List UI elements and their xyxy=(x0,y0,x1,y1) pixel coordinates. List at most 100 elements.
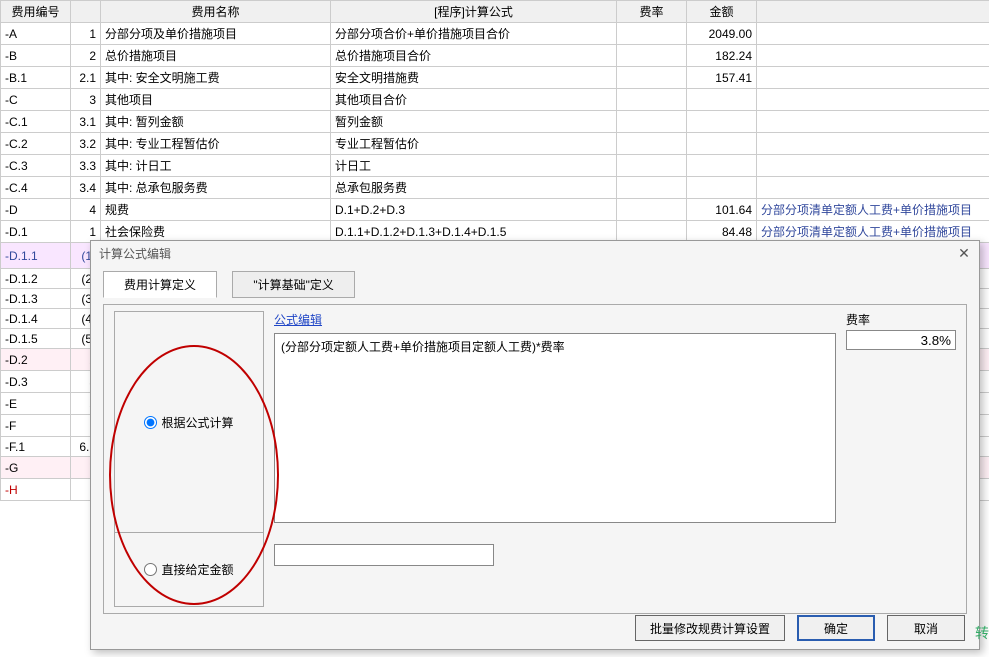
tab-fee-calc-def[interactable]: 费用计算定义 xyxy=(103,271,217,298)
cell-code[interactable]: -D xyxy=(1,199,71,221)
close-icon[interactable]: ✕ xyxy=(955,245,973,263)
cell-name[interactable]: 分部分项及单价措施项目 xyxy=(101,23,331,45)
cell-amount[interactable] xyxy=(687,89,757,111)
cell-rate[interactable] xyxy=(617,89,687,111)
cell-name[interactable]: 其中: 暂列金额 xyxy=(101,111,331,133)
cell-remark[interactable] xyxy=(757,177,989,199)
cell-remark[interactable] xyxy=(757,67,989,89)
cell-formula[interactable]: 安全文明措施费 xyxy=(331,67,617,89)
cell-amount[interactable]: 101.64 xyxy=(687,199,757,221)
cell-amount[interactable]: 2049.00 xyxy=(687,23,757,45)
cell-code[interactable]: -C.2 xyxy=(1,133,71,155)
cell-name[interactable]: 其中: 总承包服务费 xyxy=(101,177,331,199)
radio-direct-amount-input[interactable] xyxy=(144,563,157,576)
cell-formula[interactable]: 计日工 xyxy=(331,155,617,177)
cell-code[interactable]: -A xyxy=(1,23,71,45)
cell-code[interactable]: -D.1.1 xyxy=(1,243,71,269)
cell-num[interactable]: 1 xyxy=(71,23,101,45)
cell-code[interactable]: -D.1 xyxy=(1,221,71,243)
formula-edit-link[interactable]: 公式编辑 xyxy=(274,313,322,327)
cell-formula[interactable]: 总承包服务费 xyxy=(331,177,617,199)
table-row[interactable]: -C.33.3其中: 计日工计日工 xyxy=(1,155,989,177)
cell-code[interactable]: -D.1.2 xyxy=(1,269,71,289)
cell-remark[interactable]: 分部分项清单定额人工费+单价措施项目 xyxy=(757,199,989,221)
cell-code[interactable]: -D.2 xyxy=(1,349,71,371)
table-row[interactable]: -D4规费D.1+D.2+D.3 101.64分部分项清单定额人工费+单价措施项目 xyxy=(1,199,989,221)
cell-name[interactable]: 其他项目 xyxy=(101,89,331,111)
cell-num[interactable]: 3.4 xyxy=(71,177,101,199)
dialog-titlebar[interactable]: 计算公式编辑 ✕ xyxy=(91,241,979,267)
table-row[interactable]: -C.13.1其中: 暂列金额暂列金额 xyxy=(1,111,989,133)
cell-code[interactable]: -G xyxy=(1,457,71,479)
cell-code[interactable]: -D.1.4 xyxy=(1,309,71,329)
cell-remark[interactable] xyxy=(757,155,989,177)
cell-amount[interactable] xyxy=(687,177,757,199)
cell-code[interactable]: -B.1 xyxy=(1,67,71,89)
cancel-button[interactable]: 取消 xyxy=(887,615,965,641)
cell-code[interactable]: -E xyxy=(1,393,71,415)
cell-num[interactable]: 2.1 xyxy=(71,67,101,89)
batch-modify-button[interactable]: 批量修改规费计算设置 xyxy=(635,615,785,641)
radio-by-formula-input[interactable] xyxy=(144,416,157,429)
cell-remark[interactable] xyxy=(757,45,989,67)
cell-formula[interactable]: 专业工程暂估价 xyxy=(331,133,617,155)
table-row[interactable]: -C3其他项目其他项目合价 xyxy=(1,89,989,111)
cell-code[interactable]: -F xyxy=(1,415,71,437)
cell-code[interactable]: -H xyxy=(1,479,71,501)
cell-formula[interactable]: 分部分项合价+单价措施项目合价 xyxy=(331,23,617,45)
cell-code[interactable]: -C xyxy=(1,89,71,111)
cell-remark[interactable] xyxy=(757,111,989,133)
cell-num[interactable]: 3 xyxy=(71,89,101,111)
cell-code[interactable]: -D.3 xyxy=(1,371,71,393)
cell-code[interactable]: -D.1.5 xyxy=(1,329,71,349)
cell-num[interactable]: 3.2 xyxy=(71,133,101,155)
cell-name[interactable]: 其中: 计日工 xyxy=(101,155,331,177)
ok-button[interactable]: 确定 xyxy=(797,615,875,641)
cell-code[interactable]: -C.1 xyxy=(1,111,71,133)
cell-code[interactable]: -B xyxy=(1,45,71,67)
cell-code[interactable]: -F.1 xyxy=(1,437,71,457)
formula-textarea[interactable] xyxy=(274,333,836,523)
cell-num[interactable]: 3.1 xyxy=(71,111,101,133)
table-row[interactable]: -C.43.4其中: 总承包服务费总承包服务费 xyxy=(1,177,989,199)
cell-remark[interactable] xyxy=(757,23,989,45)
cell-formula[interactable]: 暂列金额 xyxy=(331,111,617,133)
cell-remark[interactable] xyxy=(757,133,989,155)
cell-name[interactable]: 其中: 专业工程暂估价 xyxy=(101,133,331,155)
cell-formula[interactable]: D.1+D.2+D.3 xyxy=(331,199,617,221)
cell-name[interactable]: 总价措施项目 xyxy=(101,45,331,67)
rate-input[interactable] xyxy=(846,330,956,350)
radio-by-formula[interactable]: 根据公式计算 xyxy=(144,414,233,431)
radio-direct-amount[interactable]: 直接给定金额 xyxy=(144,561,233,578)
table-row[interactable]: -B.12.1其中: 安全文明施工费安全文明措施费 157.41 xyxy=(1,67,989,89)
cell-rate[interactable] xyxy=(617,45,687,67)
cell-num[interactable]: 3.3 xyxy=(71,155,101,177)
cell-name[interactable]: 规费 xyxy=(101,199,331,221)
cell-code[interactable]: -C.4 xyxy=(1,177,71,199)
cell-amount[interactable] xyxy=(687,133,757,155)
cell-amount[interactable] xyxy=(687,111,757,133)
cell-num[interactable]: 2 xyxy=(71,45,101,67)
cell-formula[interactable]: 总价措施项目合价 xyxy=(331,45,617,67)
cell-formula[interactable]: 其他项目合价 xyxy=(331,89,617,111)
cell-amount[interactable]: 157.41 xyxy=(687,67,757,89)
cell-amount[interactable]: 182.24 xyxy=(687,45,757,67)
table-row[interactable]: -A1分部分项及单价措施项目分部分项合价+单价措施项目合价 2049.00 xyxy=(1,23,989,45)
cell-rate[interactable] xyxy=(617,111,687,133)
table-row[interactable]: -C.23.2其中: 专业工程暂估价专业工程暂估价 xyxy=(1,133,989,155)
direct-amount-input[interactable] xyxy=(274,544,494,566)
table-row[interactable]: -B2总价措施项目总价措施项目合价 182.24 xyxy=(1,45,989,67)
cell-rate[interactable] xyxy=(617,67,687,89)
cell-name[interactable]: 其中: 安全文明施工费 xyxy=(101,67,331,89)
cell-code[interactable]: -D.1.3 xyxy=(1,289,71,309)
cell-rate[interactable] xyxy=(617,23,687,45)
cell-code[interactable]: -C.3 xyxy=(1,155,71,177)
tab-calc-basis-def[interactable]: "计算基础"定义 xyxy=(232,271,355,298)
cell-amount[interactable] xyxy=(687,155,757,177)
cell-rate[interactable] xyxy=(617,199,687,221)
cell-remark[interactable] xyxy=(757,89,989,111)
cell-rate[interactable] xyxy=(617,155,687,177)
cell-rate[interactable] xyxy=(617,177,687,199)
cell-num[interactable]: 4 xyxy=(71,199,101,221)
cell-rate[interactable] xyxy=(617,133,687,155)
